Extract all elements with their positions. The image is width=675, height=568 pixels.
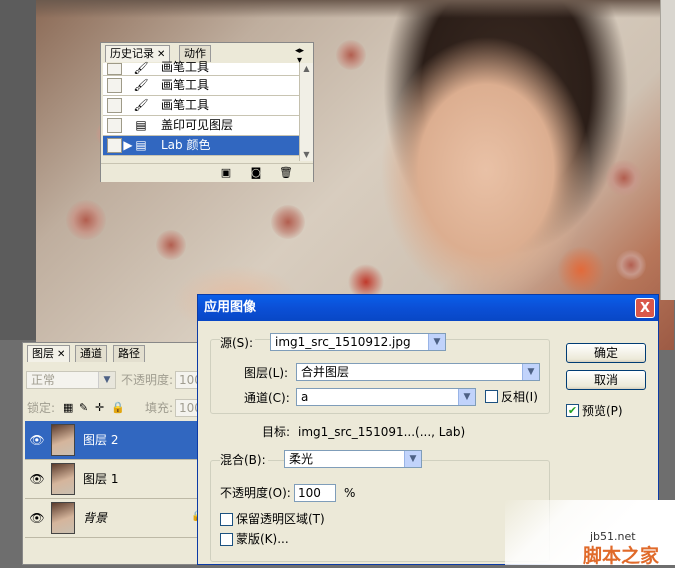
blending-select[interactable]: 柔光 ▼ [284, 450, 422, 468]
history-item[interactable]: 🖌 画笔工具 [103, 96, 299, 116]
document-icon: ▤ [135, 138, 147, 152]
history-item[interactable]: 🖌 画笔工具 [103, 76, 299, 96]
chevron-down-icon: ▼ [404, 451, 421, 467]
opacity-unit: % [344, 486, 356, 500]
trash-icon[interactable]: 🗑 [279, 166, 293, 179]
scroll-up-icon[interactable]: ▲ [301, 63, 312, 74]
history-item[interactable]: ▤ 盖印可见图层 [103, 116, 299, 136]
history-item[interactable]: 🖌 画笔工具 [103, 60, 299, 76]
preview-label: 预览(P) [582, 404, 623, 418]
fabric-pattern [606, 160, 642, 196]
lock-transparency-icon[interactable]: ▦ [63, 400, 73, 416]
document-icon: ▤ [135, 118, 147, 132]
close-icon[interactable]: ✕ [157, 49, 165, 60]
layer-thumbnail [51, 424, 75, 456]
lock-all-icon[interactable]: 🔒 [111, 400, 125, 416]
dialog-title: 应用图像 [204, 300, 257, 315]
channel-select[interactable]: a ▼ [296, 388, 476, 406]
fabric-pattern [156, 230, 186, 260]
target-value: img1_src_151091...(..., Lab) [298, 425, 466, 439]
tab-layers[interactable]: 图层 ✕ [27, 345, 71, 362]
layer-opacity-input[interactable]: 100 [175, 371, 199, 389]
eye-icon[interactable]: 👁 [29, 472, 45, 486]
eye-icon[interactable]: 👁 [29, 433, 45, 447]
invert-checkbox[interactable] [485, 390, 498, 403]
layer-select[interactable]: 合并图层 ▼ [296, 363, 540, 381]
close-icon[interactable]: ✕ [57, 349, 65, 360]
chevron-down-icon: ▼ [522, 364, 539, 380]
snapshot-checkbox[interactable] [107, 98, 122, 113]
blending-label: 混合(B): [220, 452, 268, 468]
layer-row[interactable]: 👁 背景 🔒 [25, 499, 203, 538]
brush-icon: 🖌 [133, 78, 149, 92]
chevron-down-icon: ▼ [98, 372, 115, 388]
layer-thumbnail [51, 463, 75, 495]
layer-row[interactable]: 👁 图层 2 [25, 421, 197, 460]
canvas-top-shadow [36, 0, 674, 18]
fabric-pattern [271, 205, 305, 239]
mask-checkbox[interactable] [220, 533, 233, 546]
brush-icon: 🖌 [133, 98, 149, 112]
source-select[interactable]: img1_src_1510912.jpg ▼ [270, 333, 446, 351]
channel-label: 通道(C): [244, 391, 290, 405]
layer-label: 图层(L): [244, 366, 289, 380]
history-state-marker-icon: ▶ [123, 138, 133, 152]
lock-position-icon[interactable]: ✛ [95, 400, 104, 416]
chevron-down-icon: ▼ [428, 334, 445, 350]
chevron-down-icon: ▼ [458, 389, 475, 405]
preview-checkbox[interactable]: ✔ [566, 404, 579, 417]
fabric-pattern [336, 40, 366, 70]
invert-label: 反相(I) [501, 390, 538, 404]
mask-label: 蒙版(K)... [236, 532, 289, 546]
layer-fill-input[interactable]: 100 [175, 399, 199, 417]
source-label: 源(S): [220, 335, 256, 351]
lock-pixels-icon[interactable]: ✎ [79, 400, 88, 416]
layer-thumbnail [51, 502, 75, 534]
preserve-transparency-checkbox[interactable] [220, 513, 233, 526]
scroll-down-icon[interactable]: ▼ [301, 149, 312, 160]
camera-snapshot-icon[interactable]: ◙ [249, 166, 263, 179]
layer-row[interactable]: 👁 图层 1 [25, 460, 197, 499]
fabric-pattern [616, 250, 646, 280]
new-document-from-state-icon[interactable]: ▣ [219, 166, 233, 179]
blend-mode-select[interactable]: 正常 ▼ [26, 371, 116, 389]
snapshot-checkbox[interactable] [107, 78, 122, 93]
tab-channels[interactable]: 通道 [75, 345, 107, 362]
opacity-input[interactable]: 100 [294, 484, 336, 502]
snapshot-checkbox[interactable] [107, 138, 122, 153]
preserve-transparency-label: 保留透明区域(T) [236, 512, 325, 526]
eye-icon[interactable]: 👁 [29, 511, 45, 525]
snapshot-checkbox[interactable] [107, 118, 122, 133]
history-scrollbar[interactable]: ▲ ▼ [299, 63, 313, 161]
close-button[interactable]: X [635, 298, 655, 318]
snapshot-checkbox[interactable] [107, 63, 122, 75]
history-panel: 历史记录 ✕ 动作 ◂▸ ▾ 🖌 画笔工具 🖌 画笔工具 🖌 画笔工具 ▤ 盖印可… [100, 42, 314, 182]
history-footer: ▣ ◙ 🗑 [101, 163, 313, 182]
dialog-titlebar[interactable]: 应用图像 X [198, 295, 658, 321]
canvas-scrollbar[interactable] [660, 0, 675, 300]
history-item-selected[interactable]: ▶ ▤ Lab 颜色 [103, 136, 299, 156]
ok-button[interactable]: 确定 [566, 343, 646, 363]
cancel-button[interactable]: 取消 [566, 370, 646, 390]
layers-panel: 图层✕ 通道 路径 正常 ▼ 不透明度: 100 锁定: ▦ ✎ ✛ 🔒 填充:… [22, 342, 203, 565]
brush-icon: 🖌 [133, 61, 149, 75]
opacity-label: 不透明度(O): [220, 486, 291, 500]
watermark-logo: 脚本之家 [583, 545, 660, 567]
tab-paths[interactable]: 路径 [113, 345, 145, 362]
target-label: 目标: [262, 425, 291, 439]
fabric-pattern [66, 200, 106, 240]
document-window-edge [0, 0, 37, 340]
